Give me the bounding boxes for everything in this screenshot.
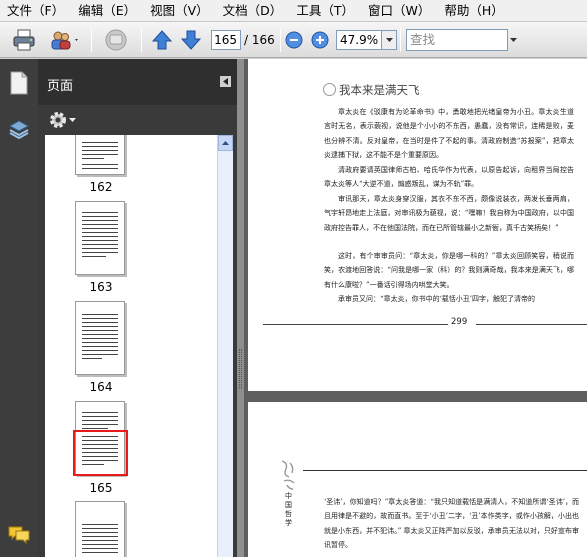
collapse-panel-button[interactable] <box>220 76 231 87</box>
comments-icon <box>105 29 127 51</box>
zoom-level-input[interactable]: 47.9% <box>336 30 382 50</box>
next-page-icon <box>180 30 202 50</box>
previous-page-button[interactable] <box>150 27 174 53</box>
zoom-out-button[interactable] <box>284 27 304 53</box>
zoom-out-icon <box>285 31 303 49</box>
page-thumbnail[interactable] <box>75 135 125 175</box>
visible-area-indicator[interactable] <box>73 430 128 476</box>
comments-panel-button[interactable] <box>5 521 33 549</box>
thumbnail-label: 164 <box>89 380 113 394</box>
thumbnail-label: 165 <box>89 481 113 495</box>
thumbnail-label: 163 <box>89 280 113 294</box>
chevron-left-icon <box>222 78 228 85</box>
zoom-in-icon <box>311 31 329 49</box>
print-icon <box>13 29 35 51</box>
chevron-up-icon <box>222 141 229 145</box>
previous-page-icon <box>151 30 173 50</box>
paragraph: 清政府要请英国律师古柏、哈氏华作为代表，以原告起诉，向租界当局控告章太炎等人“大… <box>324 166 574 189</box>
page-number-input[interactable]: 165 <box>211 30 241 50</box>
panel-options-bar <box>38 105 237 135</box>
splitter-grip[interactable] <box>239 349 242 389</box>
options-menu-button[interactable] <box>48 110 76 130</box>
share-button[interactable] <box>48 27 82 53</box>
document-view[interactable]: 我本来是满天飞 章太炎在《驳康有为论革命书》中，勇敢地把光绪皇帝为小丑。章太炎生… <box>244 59 587 557</box>
print-button[interactable] <box>10 27 38 53</box>
zoom-in-button[interactable] <box>310 27 330 53</box>
scroll-up-button[interactable] <box>218 135 233 151</box>
menu-window[interactable]: 窗口（W） <box>361 0 437 22</box>
thumbnail-label: 162 <box>89 180 113 194</box>
chevron-down-icon <box>509 38 517 42</box>
paragraph: 章太炎在《驳康有为论革命书》中，勇敢地把光绪皇帝为小丑。章太炎生道言时无名，表示… <box>324 108 574 159</box>
toolbar-separator <box>141 28 142 52</box>
panel-title: 页面 <box>47 79 74 94</box>
comments-button[interactable] <box>101 27 133 53</box>
calligraphy-icon <box>281 460 295 490</box>
side-title-text: 中国哲学 <box>285 492 292 527</box>
page-icon <box>10 71 28 95</box>
menu-document[interactable]: 文档（D） <box>216 0 290 22</box>
page-total: / 166 <box>244 33 275 47</box>
chevron-down-icon <box>69 118 76 122</box>
paragraph: ‘圣讳’，你知道吗？”章太炎答道：“我只知道载恬是满清人，不知道所谓‘圣讳’，而… <box>324 498 579 549</box>
side-title-calligraphy: 中国哲学 <box>278 457 302 557</box>
chapter-title: 我本来是满天飞 <box>339 83 420 97</box>
menu-bar: 文件（F） 编辑（E） 视图（V） 文档（D） 工具（T） 窗口（W） 帮助（H… <box>0 0 587 22</box>
footer-rule <box>476 324 587 325</box>
page-thumbnail[interactable] <box>75 501 125 557</box>
search-options-dropdown[interactable] <box>508 29 518 51</box>
toolbar-separator <box>400 28 401 52</box>
thumbnail-scrollbar[interactable] <box>217 135 233 557</box>
paragraph: 审讯那天，章太炎身穿汉服，其衣不东不西，颇像说装衣，两发长垂两肩，气宇轩昂地走上… <box>324 195 574 232</box>
chapter-heading: 我本来是满天飞 <box>323 82 420 98</box>
panel-splitter[interactable] <box>237 59 244 557</box>
chevron-down-icon <box>385 38 393 42</box>
share-icon <box>51 31 78 50</box>
page-footer: 299 <box>248 317 587 331</box>
menu-edit[interactable]: 编辑（E） <box>71 0 143 22</box>
page-thumbnails: 162 163 164 165 <box>45 135 217 557</box>
header-rule <box>303 470 587 471</box>
navigation-rail <box>0 59 38 557</box>
paragraph: 这时，有个审审员问：“章太炎，你是哪一科的？”章太炎回顾笑容，稍说而笑，农渡地回… <box>324 252 574 289</box>
next-page-button[interactable] <box>179 27 203 53</box>
pages-panel-header: 页面 <box>38 59 237 105</box>
pages-panel-button[interactable] <box>5 69 33 97</box>
footer-rule <box>263 324 448 325</box>
page-thumbnail[interactable] <box>75 201 125 275</box>
layers-icon <box>8 120 30 140</box>
menu-help[interactable]: 帮助（H） <box>437 0 510 22</box>
toolbar-separator <box>280 28 281 52</box>
gear-icon <box>50 112 66 128</box>
ornament-icon <box>323 83 336 96</box>
comment-bubbles-icon <box>8 526 30 545</box>
menu-file[interactable]: 文件（F） <box>0 0 71 22</box>
zoom-dropdown[interactable] <box>382 30 397 50</box>
page-thumbnail[interactable] <box>75 301 125 375</box>
page-number: 299 <box>451 317 468 327</box>
layers-panel-button[interactable] <box>5 115 33 143</box>
toolbar: 165 / 166 47.9% 查找 <box>0 22 587 58</box>
document-page: 中国哲学 ‘圣讳’，你知道吗？”章太炎答道：“我只知道载恬是满清人，不知道所谓‘… <box>248 402 587 557</box>
menu-tools[interactable]: 工具（T） <box>289 0 361 22</box>
document-page: 我本来是满天飞 章太炎在《驳康有为论革命书》中，勇敢地把光绪皇帝为小丑。章太炎生… <box>248 59 587 391</box>
toolbar-separator <box>91 28 92 52</box>
menu-view[interactable]: 视图（V） <box>143 0 216 22</box>
search-input[interactable]: 查找 <box>406 29 508 51</box>
paragraph: 承审员又问：“章太炎，你书中的‘载恬小丑’四字，触犯了清帝的 <box>338 295 536 303</box>
